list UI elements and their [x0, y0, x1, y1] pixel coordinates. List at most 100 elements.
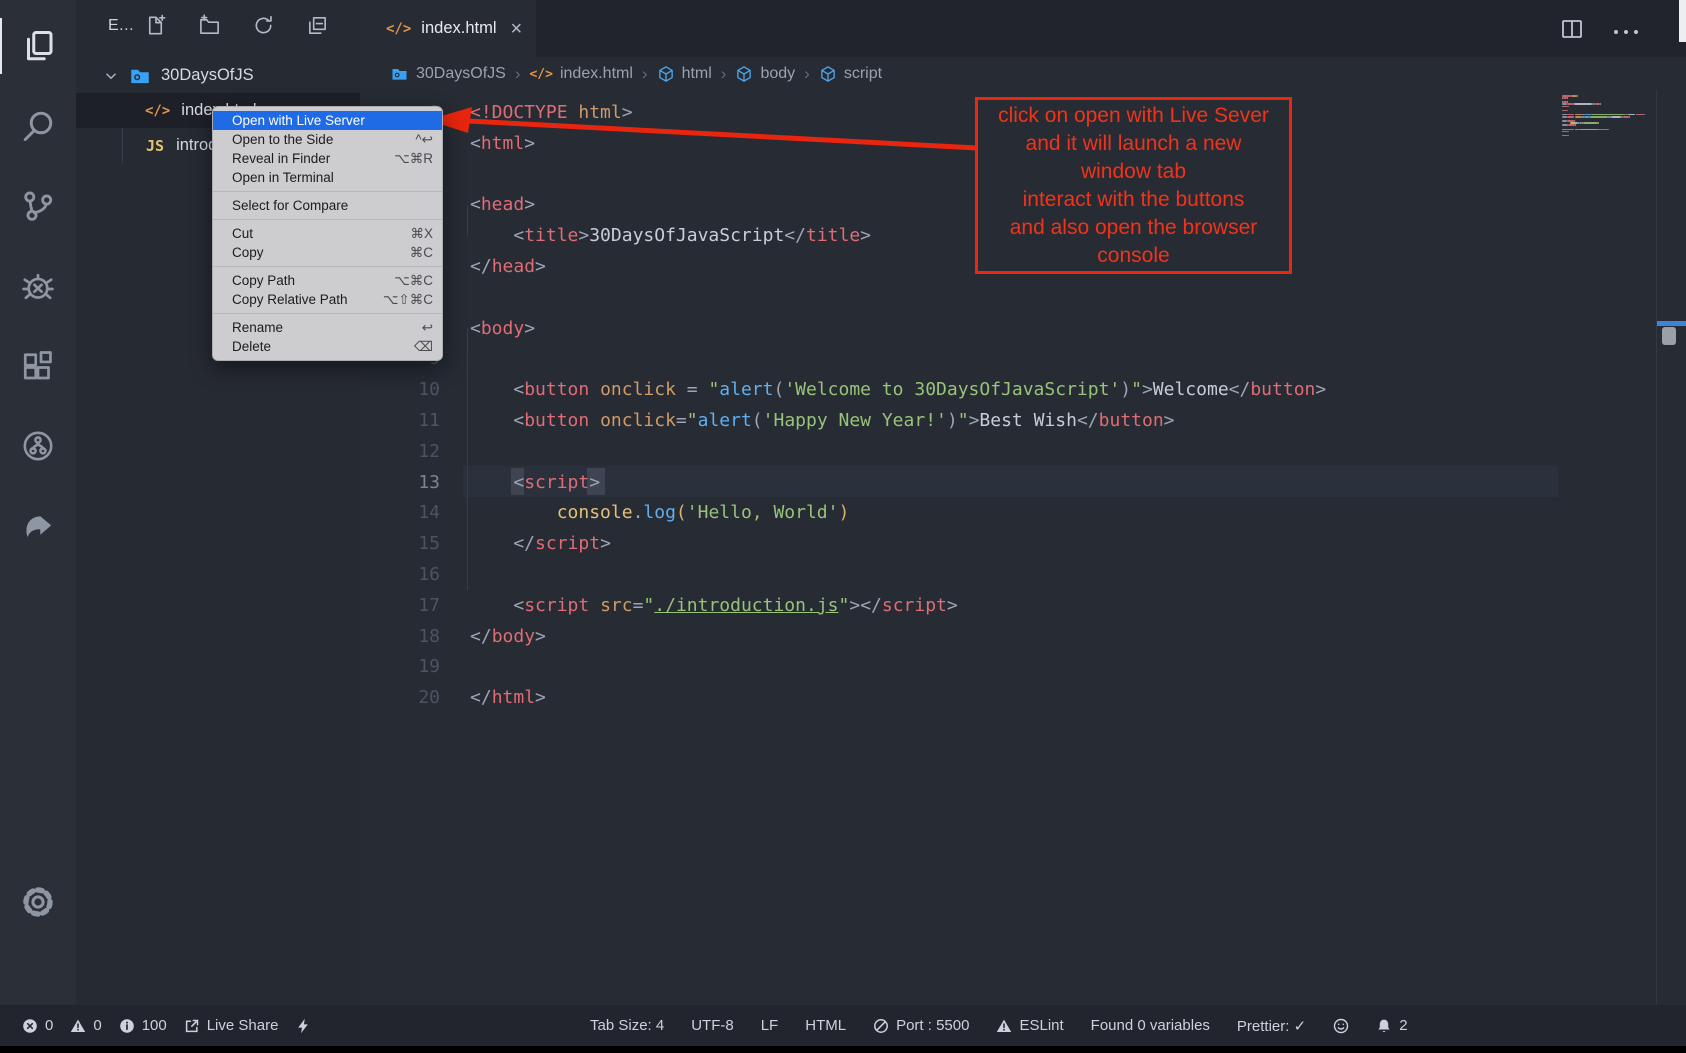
- code-line-8[interactable]: 8<body>: [360, 313, 1686, 344]
- new-file-icon[interactable]: [144, 14, 168, 38]
- status-bar-right: Tab Size: 4 UTF-8 LF HTML Port : 5500 ESLint F…: [590, 1005, 1408, 1046]
- status-errors[interactable]: 0: [22, 1017, 53, 1034]
- tab-bar: </> index.html ×: [360, 0, 1686, 57]
- menu-item-rename[interactable]: Rename↩: [213, 318, 442, 337]
- code-line-19[interactable]: 19: [360, 651, 1686, 682]
- live-share-icon[interactable]: [0, 498, 76, 554]
- code-line-16[interactable]: 16: [360, 559, 1686, 590]
- status-live-share[interactable]: Live Share: [184, 1017, 279, 1034]
- breadcrumb-item-body[interactable]: body: [735, 65, 795, 83]
- bell-icon: [1376, 1018, 1392, 1034]
- status-language-mode[interactable]: HTML: [805, 1017, 846, 1034]
- status-infos[interactable]: 100: [119, 1017, 167, 1034]
- status-tab-size[interactable]: Tab Size: 4: [590, 1017, 664, 1034]
- menu-item-open-with-live-server[interactable]: Open with Live Server: [213, 111, 442, 130]
- status-port[interactable]: Port : 5500: [873, 1017, 969, 1034]
- code-line-7[interactable]: 7: [360, 282, 1686, 313]
- code-text: </script>: [470, 528, 611, 559]
- minimap-divider: [1656, 90, 1657, 1005]
- symbol-cube-icon: [819, 65, 837, 83]
- menu-item-copy[interactable]: Copy⌘C: [213, 243, 442, 262]
- code-line-10[interactable]: 10 <button onclick = "alert('Welcome to …: [360, 374, 1686, 405]
- close-icon[interactable]: ×: [511, 19, 523, 39]
- line-number: 11: [390, 405, 440, 436]
- status-eslint[interactable]: ESLint: [996, 1017, 1063, 1034]
- line-number: 14: [390, 497, 440, 528]
- code-line-13[interactable]: 13 <script>: [360, 467, 1686, 498]
- new-folder-icon[interactable]: [198, 14, 222, 38]
- debug-icon[interactable]: [0, 258, 76, 314]
- menu-item-cut[interactable]: Cut⌘X: [213, 224, 442, 243]
- menu-item-open-to-the-side[interactable]: Open to the Side^↩: [213, 130, 442, 149]
- status-label: 2: [1399, 1017, 1407, 1034]
- code-line-9[interactable]: 9: [360, 343, 1686, 374]
- folder-icon: [390, 66, 409, 82]
- breadcrumb-item-30daysofjs[interactable]: 30DaysOfJS: [390, 65, 506, 83]
- menu-item-shortcut: ⌥⌘R: [394, 151, 433, 167]
- menu-item-copy-relative-path[interactable]: Copy Relative Path⌥⇧⌘C: [213, 290, 442, 309]
- line-number: 13: [390, 467, 440, 498]
- menu-item-reveal-in-finder[interactable]: Reveal in Finder⌥⌘R: [213, 149, 442, 168]
- code-line-15[interactable]: 15 </script>: [360, 528, 1686, 559]
- annotation-line: and it will launch a new: [978, 130, 1289, 158]
- status-prettier[interactable]: Prettier: ✓: [1237, 1017, 1306, 1035]
- code-line-12[interactable]: 12: [360, 436, 1686, 467]
- status-variables[interactable]: Found 0 variables: [1091, 1017, 1210, 1034]
- status-encoding[interactable]: UTF-8: [691, 1017, 734, 1034]
- more-actions-icon[interactable]: [1614, 30, 1638, 34]
- js-file-icon: JS: [146, 137, 164, 155]
- code-text: <title>30DaysOfJavaScript</title>: [470, 220, 871, 251]
- menu-item-open-in-terminal[interactable]: Open in Terminal: [213, 168, 442, 187]
- code-line-20[interactable]: 20</html>: [360, 682, 1686, 713]
- settings-gear-icon[interactable]: [0, 874, 76, 930]
- code-text: <button onclick = "alert('Welcome to 30D…: [470, 374, 1326, 405]
- explorer-icon[interactable]: [0, 18, 76, 74]
- menu-item-label: Open with Live Server: [232, 113, 365, 128]
- annotation-line: click on open with Live Sever: [978, 102, 1289, 130]
- status-bar: 00 100 Live Share Tab Size: 4 UTF-8 LF HTML Po…: [0, 1005, 1686, 1046]
- menu-item-delete[interactable]: Delete⌫: [213, 337, 442, 356]
- chevron-down-icon: [102, 67, 120, 85]
- status-warnings[interactable]: 0: [70, 1017, 101, 1034]
- code-line-17[interactable]: 17 <script src="./introduction.js"></scr…: [360, 590, 1686, 621]
- line-number: 18: [390, 621, 440, 652]
- scrollbar-handle[interactable]: [1662, 327, 1676, 345]
- refresh-icon[interactable]: [252, 14, 276, 38]
- explorer-actions: [144, 14, 330, 38]
- split-editor-icon[interactable]: [1560, 17, 1584, 46]
- code-line-11[interactable]: 11 <button onclick="alert('Happy New Yea…: [360, 405, 1686, 436]
- breadcrumb-label: index.html: [560, 65, 633, 83]
- menu-item-shortcut: ⌘C: [410, 245, 433, 261]
- warning-triangle-icon: [70, 1018, 86, 1034]
- search-icon[interactable]: [0, 98, 76, 154]
- tab-index-html[interactable]: </> index.html ×: [360, 0, 536, 57]
- status-eol[interactable]: LF: [761, 1017, 779, 1034]
- breadcrumb-separator: ›: [642, 64, 648, 84]
- status-notifications[interactable]: 2: [1376, 1017, 1407, 1034]
- code-text: <script src="./introduction.js"></script…: [470, 590, 958, 621]
- breadcrumb-item-html[interactable]: html: [657, 65, 712, 83]
- tree-root-folder[interactable]: 30DaysOfJS: [76, 58, 360, 93]
- status-bolt[interactable]: [295, 1018, 311, 1034]
- minimap[interactable]: [1560, 95, 1655, 295]
- code-line-18[interactable]: 18</body>: [360, 621, 1686, 652]
- tree-root-label: 30DaysOfJS: [161, 66, 254, 85]
- share-box-icon: [184, 1018, 200, 1034]
- line-number: 20: [390, 682, 440, 713]
- breadcrumb-item-index-html[interactable]: </>index.html: [529, 65, 632, 83]
- menu-item-select-for-compare[interactable]: Select for Compare: [213, 196, 442, 215]
- menu-item-label: Copy Path: [232, 273, 295, 288]
- code-text: <head>: [470, 189, 535, 220]
- source-control-icon[interactable]: [0, 178, 76, 234]
- extensions-icon[interactable]: [0, 338, 76, 394]
- menu-item-label: Cut: [232, 226, 253, 241]
- window-corner: [1679, 0, 1686, 42]
- circle-branch-icon[interactable]: [0, 418, 76, 474]
- breadcrumb-item-script[interactable]: script: [819, 65, 882, 83]
- menu-item-copy-path[interactable]: Copy Path⌥⌘C: [213, 271, 442, 290]
- symbol-cube-icon: [657, 65, 675, 83]
- status-feedback[interactable]: [1333, 1018, 1349, 1034]
- code-line-14[interactable]: 14 console.log('Hello, World'): [360, 497, 1686, 528]
- menu-item-shortcut: ↩: [422, 320, 433, 336]
- collapse-all-icon[interactable]: [306, 14, 330, 38]
